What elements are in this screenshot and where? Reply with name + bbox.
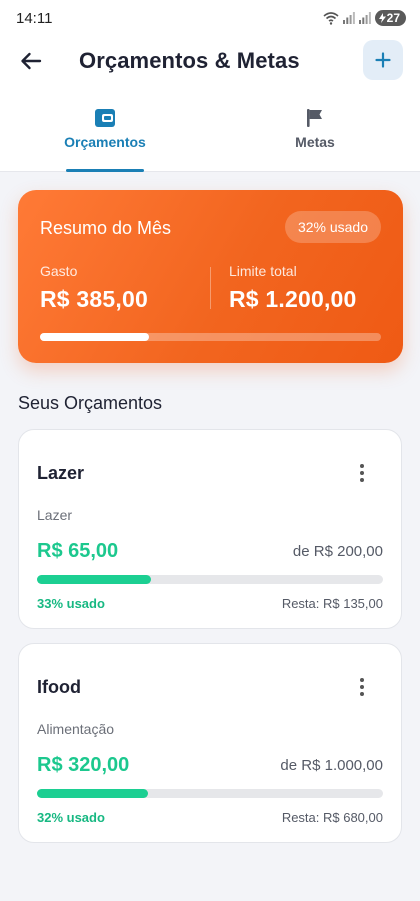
status-bar: 14:11 27 [0, 0, 420, 36]
budget-limit: de R$ 1.000,00 [280, 757, 383, 774]
limit-value: R$ 1.200,00 [229, 286, 357, 312]
budget-used: 32% usado [37, 810, 105, 825]
budget-card[interactable]: Lazer Lazer R$ 65,00 de R$ 200,00 33% us… [18, 429, 402, 629]
signal-icon [342, 12, 355, 24]
app-header: Orçamentos & Metas [0, 36, 420, 86]
budget-limit: de R$ 200,00 [292, 543, 383, 560]
wifi-icon [323, 12, 339, 25]
budget-used: 33% usado [37, 596, 105, 611]
page-title: Orçamentos & Metas [79, 48, 300, 73]
tab-label-metas: Metas [295, 134, 335, 150]
tab-bar: Orçamentos Metas [0, 86, 420, 172]
budget-progress-fill [37, 575, 152, 584]
spent-label: Gasto [40, 263, 78, 279]
budget-name: Lazer [37, 463, 85, 483]
summary-progress-bar [40, 333, 381, 341]
monthly-summary-card: Resumo do Mês 32% usado Gasto R$ 385,00 … [18, 190, 403, 363]
summary-divider [210, 267, 211, 309]
top-area: 14:11 27 Orçamentos & Metas Orçamentos M… [0, 0, 420, 172]
usage-badge: 32% usado [284, 211, 381, 243]
budget-remaining: Resta: R$ 135,00 [281, 596, 383, 611]
summary-title: Resumo do Mês [40, 218, 172, 238]
flag-icon [307, 109, 322, 127]
budget-progress-bar [37, 789, 383, 798]
budget-progress-bar [37, 575, 383, 584]
spent-value: R$ 385,00 [40, 286, 148, 312]
bolt-icon [378, 13, 386, 23]
more-options-button[interactable] [351, 676, 373, 698]
wallet-icon [95, 109, 115, 127]
kebab-dot [360, 692, 364, 696]
kebab-dot [360, 685, 364, 689]
battery-indicator: 27 [374, 10, 406, 26]
budget-progress-fill [37, 789, 148, 798]
kebab-dot [360, 678, 364, 682]
budget-name: Ifood [37, 677, 81, 697]
budget-spent: R$ 320,00 [37, 754, 130, 776]
tab-indicator [66, 169, 144, 172]
section-title: Seus Orçamentos [18, 393, 163, 413]
kebab-dot [360, 464, 364, 468]
limit-label: Limite total [229, 263, 297, 279]
status-icons: 27 [323, 10, 406, 26]
summary-progress-fill [40, 333, 150, 341]
status-time: 14:11 [16, 9, 53, 27]
tab-orcamentos[interactable]: Orçamentos [0, 86, 210, 172]
budget-category: Lazer [37, 507, 73, 523]
budget-category: Alimentação [37, 721, 115, 737]
signal-icon-2 [358, 12, 371, 24]
more-options-button[interactable] [351, 462, 373, 484]
plus-icon [375, 52, 391, 68]
arrow-left-icon [21, 52, 42, 70]
budget-spent: R$ 65,00 [37, 540, 119, 562]
kebab-dot [360, 471, 364, 475]
kebab-dot [360, 478, 364, 482]
add-button[interactable] [363, 40, 403, 80]
budget-card[interactable]: Ifood Alimentação R$ 320,00 de R$ 1.000,… [18, 643, 402, 843]
back-button[interactable] [16, 46, 46, 76]
battery-level: 27 [386, 11, 400, 25]
budget-remaining: Resta: R$ 680,00 [281, 810, 383, 825]
tab-label-orcamentos: Orçamentos [64, 134, 146, 150]
tab-metas[interactable]: Metas [210, 86, 420, 171]
